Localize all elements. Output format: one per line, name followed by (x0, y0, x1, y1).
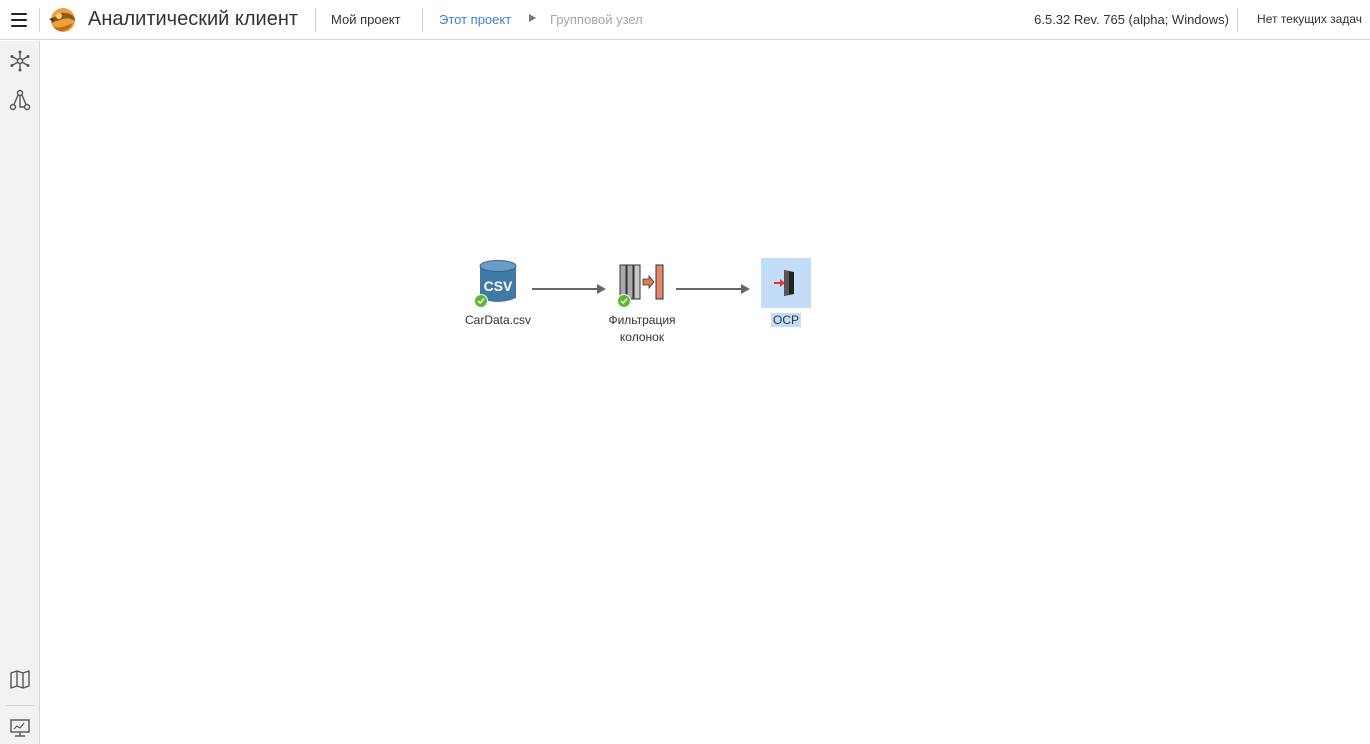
app-title: Аналитический клиент (88, 8, 299, 30)
node-label-line1: Фильтрация (608, 313, 676, 327)
breadcrumb-this-project[interactable]: Этот проект (439, 12, 511, 27)
divider (422, 8, 423, 32)
divider (315, 8, 316, 32)
column-filter-node[interactable]: Фильтрация колонок (599, 259, 685, 346)
csv-reader-node[interactable]: CSV CarData.csv (465, 259, 531, 329)
workflow-icon[interactable] (9, 89, 31, 111)
divider (1237, 8, 1238, 32)
app-logo-icon (49, 8, 75, 32)
network-icon[interactable] (9, 50, 31, 72)
tasks-status[interactable]: Нет текущих задач (1257, 12, 1362, 26)
status-ok-icon (617, 294, 631, 308)
node-label-line2: колонок (619, 330, 665, 344)
output-port-icon (774, 270, 794, 296)
svg-text:CSV: CSV (484, 278, 513, 294)
divider (39, 8, 40, 32)
status-ok-icon (474, 294, 488, 308)
map-icon[interactable] (9, 668, 31, 690)
monitor-icon[interactable] (9, 717, 31, 739)
hamburger-menu-icon[interactable] (11, 13, 27, 27)
divider (6, 705, 34, 706)
osr-output-node[interactable]: ОСР (756, 258, 816, 329)
workflow-canvas[interactable]: CSV CarData.csv Фильтрация колонок ОСР (41, 41, 1370, 744)
my-project-link[interactable]: Мой проект (331, 12, 401, 27)
node-selection (761, 258, 811, 308)
node-label: ОСР (770, 313, 801, 327)
connection-arrow (676, 284, 750, 294)
sidebar (0, 41, 40, 744)
connection-arrow (532, 284, 606, 294)
breadcrumb-group-node: Групповой узел (550, 12, 643, 27)
top-bar: Аналитический клиент Мой проект Этот про… (0, 0, 1370, 40)
breadcrumb-arrow-icon (529, 14, 536, 22)
node-label: CarData.csv (465, 313, 532, 327)
version-info: 6.5.32 Rev. 765 (alpha; Windows) (1034, 12, 1229, 27)
